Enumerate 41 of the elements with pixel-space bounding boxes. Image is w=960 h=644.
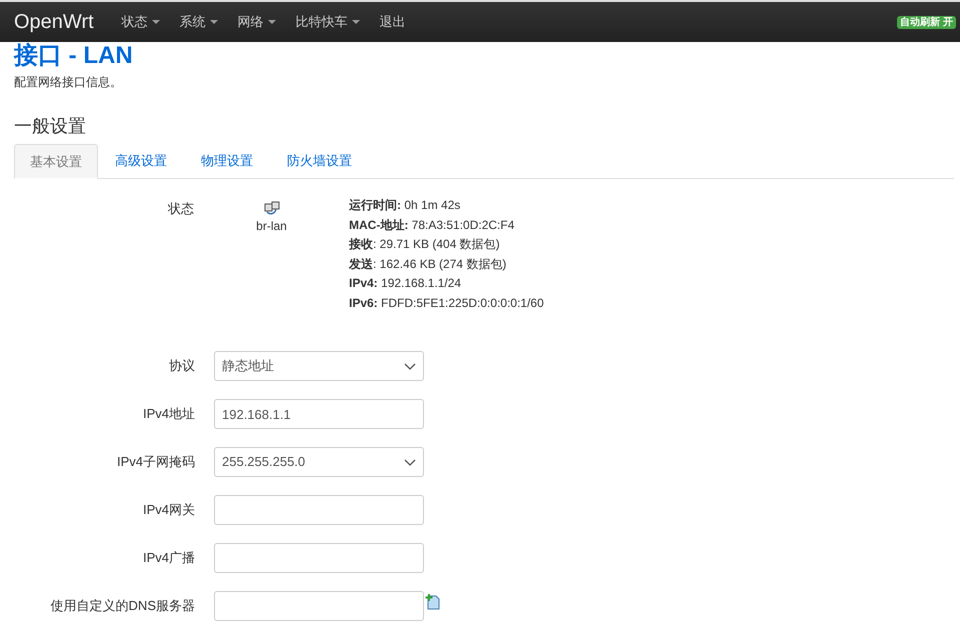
status-line: MAC-地址: 78:A3:51:0D:2C:F4 — [349, 216, 516, 234]
chevron-down-icon — [404, 362, 416, 370]
status-line: 运行时间: 0h 1m 42s — [349, 197, 462, 214]
nav-menu-item[interactable]: 比特快车 — [286, 2, 370, 42]
device-name: br-lan — [256, 218, 287, 235]
page-title: 接口 - LAN — [14, 42, 134, 70]
tab[interactable]: 基本设置 — [14, 144, 98, 179]
caret-icon — [352, 20, 360, 24]
nav-menu-item[interactable]: 退出 — [370, 2, 416, 42]
nav-menu-item[interactable]: 状态 — [112, 2, 170, 42]
nav-menu-item[interactable]: 网络 — [228, 2, 286, 42]
status-line: 发送: 162.46 KB (274 数据包) — [349, 256, 508, 272]
input-field[interactable] — [214, 495, 424, 525]
field-label: IPv4广播 — [142, 549, 195, 568]
section-title: 一般设置 — [14, 115, 87, 137]
field-label: 使用自定义的DNS服务器 — [50, 597, 195, 616]
input-field[interactable] — [214, 591, 424, 621]
caret-icon — [210, 20, 218, 24]
tab[interactable]: 高级设置 — [98, 144, 184, 178]
add-document-icon[interactable] — [425, 594, 441, 610]
brand-logo[interactable]: OpenWrt — [14, 7, 94, 37]
input-field[interactable] — [214, 543, 424, 573]
caret-icon — [152, 20, 160, 24]
caret-icon — [268, 20, 276, 24]
nav-menu-item[interactable]: 系统 — [170, 2, 228, 42]
chevron-down-icon — [404, 458, 416, 466]
select-field[interactable]: 静态地址 — [214, 351, 424, 381]
field-label: IPv4网关 — [142, 501, 195, 520]
field-label: IPv4地址 — [142, 405, 195, 424]
status-line: IPv4: 192.168.1.1/24 — [349, 275, 462, 292]
network-ports-icon — [264, 201, 280, 215]
field-label: 协议 — [168, 357, 195, 376]
input-field[interactable]: 192.168.1.1 — [214, 399, 424, 429]
page-description: 配置网络接口信息。 — [14, 74, 123, 91]
field-label: IPv4子网掩码 — [116, 453, 195, 472]
status-line: IPv6: FDFD:5FE1:225D:0:0:0:0:1/60 — [349, 294, 544, 312]
status-line: 接收: 29.71 KB (404 数据包) — [349, 236, 501, 253]
select-field[interactable]: 255.255.255.0 — [214, 447, 424, 477]
field-label: 状态 — [166, 200, 194, 218]
tab[interactable]: 防火墙设置 — [270, 144, 369, 178]
tab[interactable]: 物理设置 — [184, 144, 270, 178]
